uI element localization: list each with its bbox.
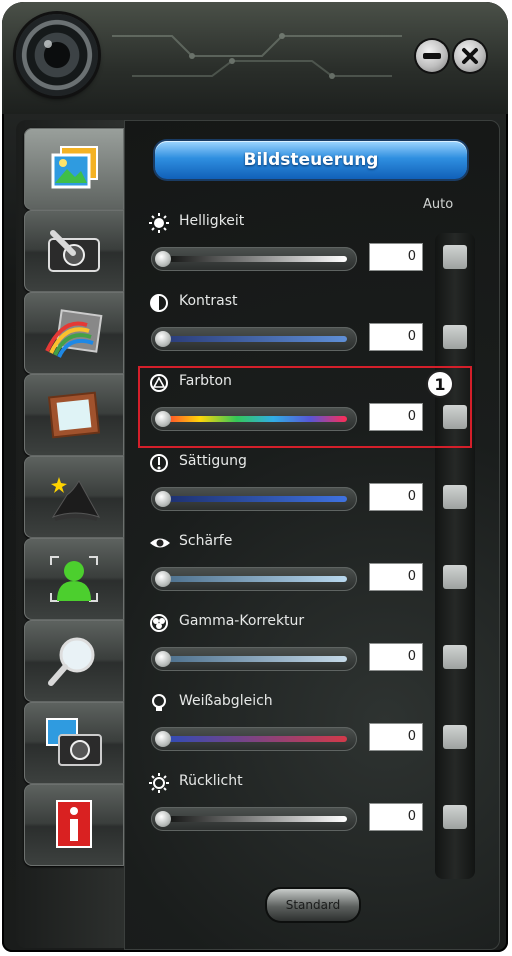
sidebar-item-wizard[interactable]	[24, 456, 124, 538]
close-button[interactable]	[454, 40, 486, 72]
slider-knob[interactable]	[155, 811, 171, 827]
frame-icon	[47, 391, 101, 439]
gamma-icon	[149, 613, 169, 633]
control-slider[interactable]	[151, 247, 357, 271]
picture-icon	[51, 146, 98, 189]
auto-column-label: Auto	[423, 197, 454, 212]
control-value-field[interactable]: 0	[369, 723, 423, 751]
control-row: Kontrast 0	[125, 291, 499, 371]
control-label: Schärfe	[179, 533, 233, 549]
auto-checkbox[interactable]	[443, 325, 467, 349]
rainbow-photo-icon	[45, 309, 103, 358]
slider-track	[163, 496, 347, 502]
sidebar-item-frames[interactable]	[24, 374, 124, 456]
control-label: Weißabgleich	[179, 693, 273, 709]
backlight-icon	[149, 773, 169, 793]
circuit-decoration	[112, 33, 402, 79]
info-icon	[56, 800, 92, 848]
callout-marker: 1	[426, 370, 454, 398]
control-slider[interactable]	[151, 487, 357, 511]
sharpness-eye-icon	[149, 533, 170, 553]
auto-checkbox[interactable]	[443, 805, 467, 829]
slider-knob[interactable]	[155, 731, 171, 747]
control-row: Rücklicht 0	[125, 771, 499, 851]
minimize-button[interactable]	[416, 40, 448, 72]
slider-knob[interactable]	[155, 251, 171, 267]
control-slider[interactable]	[151, 807, 357, 831]
auto-checkbox[interactable]	[443, 245, 467, 269]
control-value-field[interactable]: 0	[369, 323, 423, 351]
app-window: Bildsteuerung Auto Helligkeit 0 Kontrast 0 F…	[2, 2, 508, 952]
slider-track	[163, 736, 347, 742]
control-value-field[interactable]: 0	[369, 243, 423, 271]
slider-knob[interactable]	[155, 331, 171, 347]
control-row: Schärfe 0	[125, 531, 499, 611]
auto-checkbox[interactable]	[443, 485, 467, 509]
control-slider[interactable]	[151, 567, 357, 591]
control-value-field[interactable]: 0	[369, 643, 423, 671]
sidebar-item-info[interactable]	[24, 784, 124, 866]
wizard-hat-icon	[51, 477, 101, 521]
panel-title-button[interactable]: Bildsteuerung	[155, 141, 467, 179]
control-slider[interactable]	[151, 647, 357, 671]
title-bar	[2, 2, 508, 114]
control-row: Gamma-Korrektur 0	[125, 611, 499, 691]
sidebar	[16, 120, 124, 948]
auto-checkbox[interactable]	[443, 645, 467, 669]
sidebar-item-image-control[interactable]	[24, 128, 124, 210]
image-control-panel: Bildsteuerung Auto Helligkeit 0 Kontrast 0 F…	[124, 120, 500, 950]
face-tracking-icon	[50, 556, 98, 602]
control-value-field[interactable]: 0	[369, 803, 423, 831]
contrast-icon	[149, 293, 169, 313]
camera-lens-icon	[16, 14, 98, 96]
sidebar-item-zoom[interactable]	[24, 620, 124, 702]
control-label: Kontrast	[179, 293, 238, 309]
slider-track	[163, 336, 347, 342]
auto-checkbox[interactable]	[443, 565, 467, 589]
minimize-icon	[416, 40, 448, 72]
control-row: Helligkeit 0	[125, 211, 499, 291]
sidebar-item-effects[interactable]	[24, 292, 124, 374]
control-label: Gamma-Korrektur	[179, 613, 305, 629]
sidebar-item-face-tracking[interactable]	[24, 538, 124, 620]
slider-knob[interactable]	[155, 571, 171, 587]
slider-track	[163, 256, 347, 262]
sidebar-item-camera-settings[interactable]	[24, 210, 124, 292]
control-label: Sättigung	[179, 453, 247, 469]
control-value-field[interactable]: 0	[369, 563, 423, 591]
control-value-field[interactable]: 0	[369, 483, 423, 511]
sidebar-item-snapshot[interactable]	[24, 702, 124, 784]
standard-button[interactable]: Standard	[267, 889, 359, 921]
snapshot-icon	[46, 718, 102, 766]
slider-knob[interactable]	[155, 491, 171, 507]
slider-track	[163, 576, 347, 582]
control-label: Rücklicht	[179, 773, 243, 789]
control-row: Weißabgleich 0	[125, 691, 499, 771]
highlight-frame	[138, 366, 472, 448]
camera-tools-icon	[48, 230, 100, 272]
slider-track	[163, 656, 347, 662]
slider-track	[163, 816, 347, 822]
auto-checkbox[interactable]	[443, 725, 467, 749]
close-icon	[454, 40, 486, 72]
control-label: Helligkeit	[179, 213, 245, 229]
slider-knob[interactable]	[155, 651, 171, 667]
zoom-icon	[48, 637, 95, 686]
control-slider[interactable]	[151, 727, 357, 751]
saturation-icon	[149, 453, 169, 473]
control-row: Sättigung 0	[125, 451, 499, 531]
white-balance-bulb-icon	[149, 693, 169, 713]
brightness-icon	[149, 213, 169, 233]
control-slider[interactable]	[151, 327, 357, 351]
